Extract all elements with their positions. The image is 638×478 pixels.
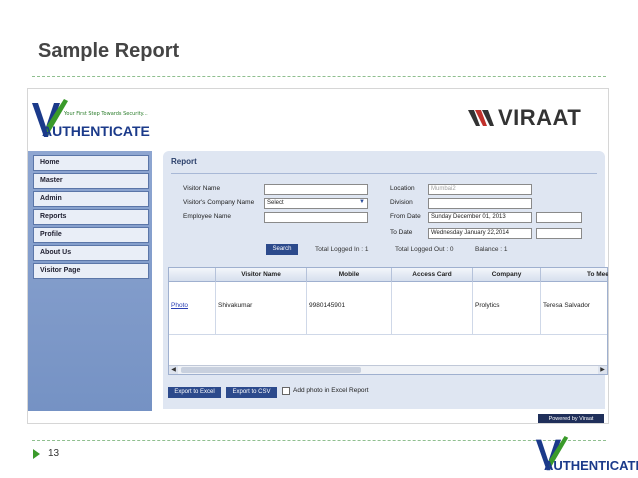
horizontal-scrollbar[interactable]: ◀ ▶ [169, 365, 607, 374]
logo-tagline: Your First Step Towards Security... [64, 111, 148, 117]
balance: Balance : 1 [475, 246, 508, 253]
from-date-label: From Date [390, 213, 421, 220]
viraat-wordmark: VIRAAT [498, 105, 582, 130]
company-label: Visitor's Company Name [183, 199, 255, 206]
visitor-name-label: Visitor Name [183, 185, 221, 192]
add-photo-checkbox[interactable] [282, 387, 290, 395]
scroll-thumb[interactable] [181, 367, 361, 373]
page-arrow-icon [33, 449, 40, 459]
from-date-input[interactable]: Sunday December 01, 2013 [428, 212, 532, 223]
photo-cell: Photo [169, 282, 216, 334]
to-date-input[interactable]: Wednesday January 22,2014 [428, 228, 532, 239]
search-button[interactable]: Search [266, 244, 298, 255]
viraat-logo: VIRAAT [468, 105, 581, 131]
add-photo-label: Add photo in Excel Report [293, 387, 369, 394]
location-label: Location [390, 185, 415, 192]
mobile-cell: 9980145901 [307, 282, 392, 334]
sidebar-item-admin[interactable]: Admin [33, 191, 149, 207]
column-header-visitor-name: Visitor Name [216, 268, 307, 282]
column-header-mobile: Mobile [307, 268, 392, 282]
sidebar-item-reports[interactable]: Reports [33, 209, 149, 225]
sidebar-item-profile[interactable]: Profile [33, 227, 149, 243]
division-input[interactable] [428, 198, 532, 209]
export-csv-button[interactable]: Export to CSV [226, 387, 277, 398]
logo-wordmark: AUTHENTICATE [42, 123, 150, 139]
sidebar: Home Master Admin Reports Profile About … [28, 151, 152, 411]
location-input[interactable]: Mumbai2 [428, 184, 532, 195]
chevron-down-icon[interactable]: ▼ [359, 199, 365, 205]
from-time-input[interactable] [536, 212, 582, 223]
scroll-right-icon[interactable]: ▶ [598, 366, 607, 374]
top-divider [32, 76, 606, 77]
panel-title: Report [171, 157, 197, 166]
powered-by-badge: Powered by Viraat [538, 414, 604, 423]
photo-link[interactable]: Photo [171, 302, 188, 309]
panel-divider [171, 173, 597, 174]
report-panel: Report Visitor Name Visitor's Company Na… [163, 151, 608, 409]
company-select[interactable]: Select ▼ [264, 198, 368, 209]
total-logged-out: Total Logged Out : 0 [395, 246, 454, 253]
visitor-name-input[interactable] [264, 184, 368, 195]
table-header: Visitor Name Mobile Access Card Company … [169, 268, 609, 282]
sidebar-item-home[interactable]: Home [33, 155, 149, 171]
access-card-cell [392, 282, 473, 334]
sidebar-item-visitor-page[interactable]: Visitor Page [33, 263, 149, 279]
column-header-photo [169, 268, 216, 282]
sidebar-item-master[interactable]: Master [33, 173, 149, 189]
company-select-value: Select [267, 200, 284, 206]
viraat-mark-icon [468, 110, 494, 126]
export-excel-button[interactable]: Export to Excel [168, 387, 221, 398]
division-label: Division [390, 199, 413, 206]
column-header-access-card: Access Card [392, 268, 473, 282]
to-time-input[interactable] [536, 228, 582, 239]
visitor-name-cell: Shivakumar [216, 282, 307, 334]
to-date-label: To Date [390, 229, 413, 236]
authenticate-logo: Your First Step Towards Security... AUTH… [30, 97, 150, 139]
report-table: Visitor Name Mobile Access Card Company … [168, 267, 608, 375]
employee-name-label: Employee Name [183, 213, 232, 220]
authenticate-logo-footer: AUTHENTICATE [534, 432, 638, 476]
page-number: 13 [48, 448, 60, 459]
column-header-to-meet: To Meet [587, 271, 609, 278]
employee-name-input[interactable] [264, 212, 368, 223]
sidebar-item-about-us[interactable]: About Us [33, 245, 149, 261]
total-logged-in: Total Logged In : 1 [315, 246, 369, 253]
slide-title: Sample Report [38, 40, 180, 62]
to-meet-cell: Teresa Salvador [543, 302, 590, 309]
scroll-left-icon[interactable]: ◀ [169, 366, 178, 374]
row-divider [169, 334, 607, 335]
company-cell: Prolytics [473, 282, 541, 334]
logo-footer-wordmark: AUTHENTICATE [544, 458, 638, 473]
column-header-company: Company [473, 268, 541, 282]
bottom-divider [32, 440, 606, 441]
app-window: Your First Step Towards Security... AUTH… [27, 88, 609, 424]
